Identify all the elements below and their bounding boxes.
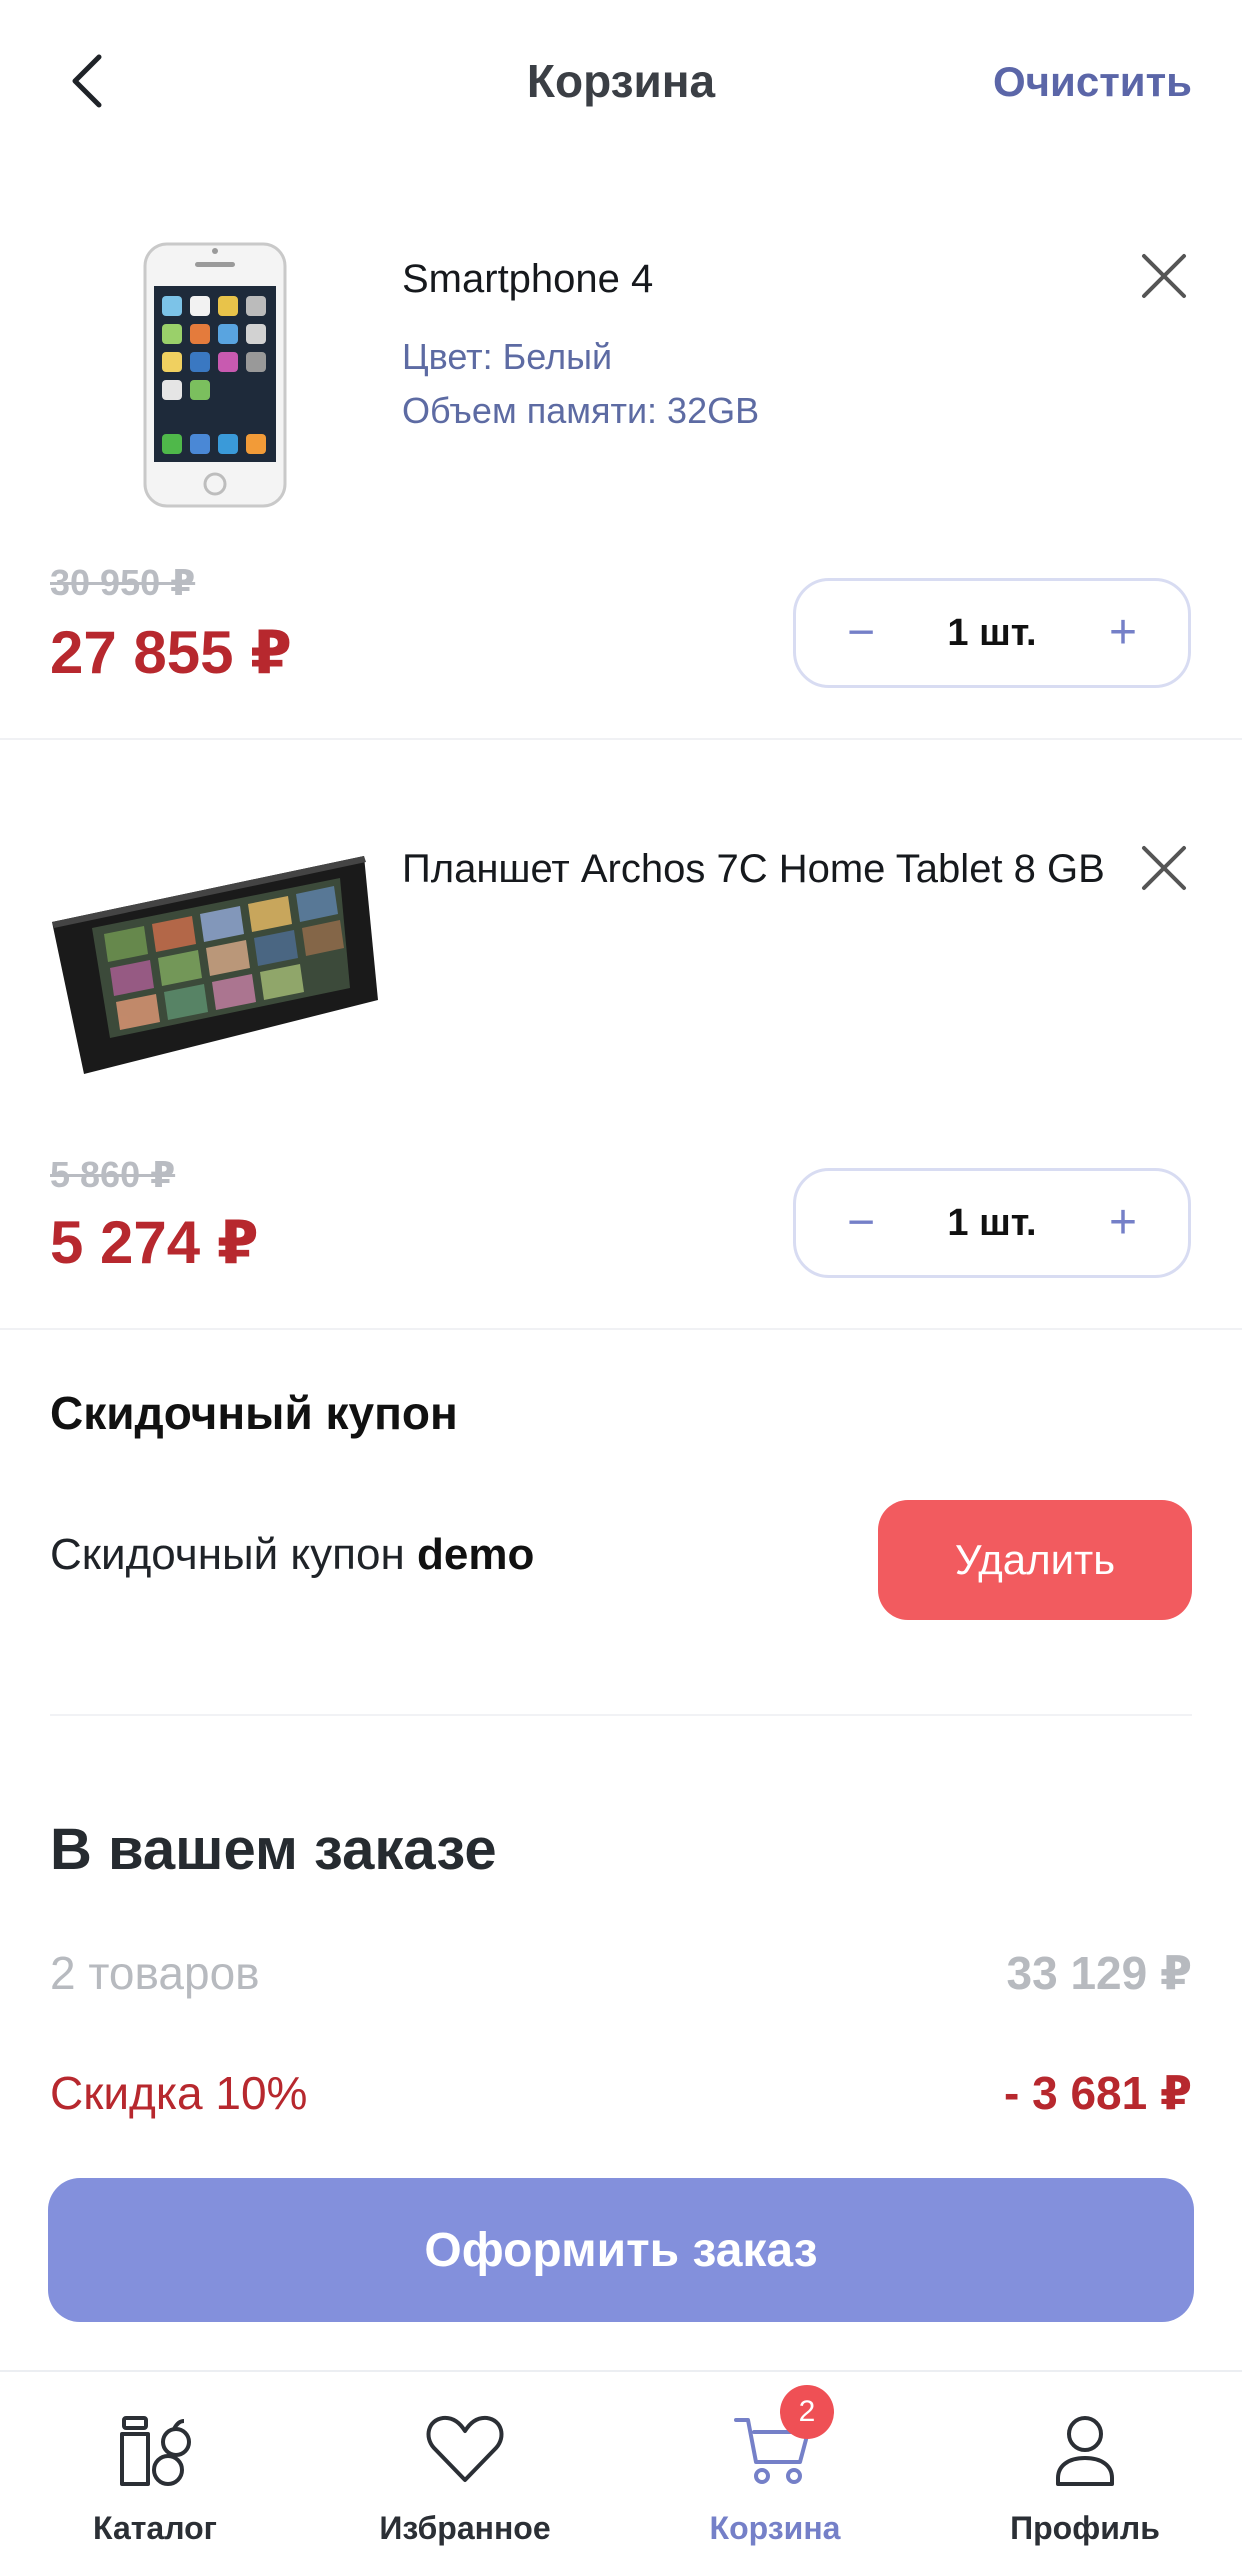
increase-quantity-button[interactable]: + xyxy=(1098,609,1148,657)
close-icon xyxy=(1142,846,1186,890)
discount-value: - 3 681 ₽ xyxy=(1004,2067,1192,2119)
price: 27 855 ₽ xyxy=(50,619,292,686)
tab-catalog[interactable]: Каталог xyxy=(0,2372,310,2565)
clear-cart-button[interactable]: Очистить xyxy=(993,58,1192,106)
quantity-value: 1 шт. xyxy=(947,611,1037,654)
checkout-button[interactable]: Оформить заказ xyxy=(48,2178,1194,2322)
increase-quantity-button[interactable]: + xyxy=(1098,1199,1148,1247)
item-attribute-color: Цвет: Белый xyxy=(402,336,613,377)
order-summary-title: В вашем заказе xyxy=(50,1817,497,1882)
remove-item-button[interactable] xyxy=(1134,838,1194,898)
header: Корзина Очистить xyxy=(0,0,1242,170)
old-price: 30 950 ₽ xyxy=(50,562,196,603)
item-attribute-memory: Объем памяти: 32GB xyxy=(402,390,760,431)
quantity-value: 1 шт. xyxy=(947,1201,1037,1244)
divider xyxy=(0,738,1242,740)
tab-bar: Каталог Избранное Корзина Профиль xyxy=(0,2370,1242,2565)
coupon-text-prefix: Скидочный купон xyxy=(50,1530,405,1579)
quantity-stepper: − 1 шт. + xyxy=(793,1168,1191,1278)
quantity-stepper: − 1 шт. + xyxy=(793,578,1191,688)
old-price: 5 860 ₽ xyxy=(50,1154,176,1195)
price: 5 274 ₽ xyxy=(50,1209,259,1276)
item-title[interactable]: Планшет Archos 7C Home Tablet 8 GB xyxy=(402,838,1122,900)
coupon-applied-text: Скидочный купон demo xyxy=(50,1530,534,1580)
tab-label: Корзина xyxy=(709,2510,841,2546)
tab-label: Профиль xyxy=(1010,2510,1160,2546)
items-count-label: 2 товаров xyxy=(50,1947,260,1999)
smartphone-image[interactable] xyxy=(140,240,290,510)
discount-label: Скидка 10% xyxy=(50,2067,308,2119)
tab-cart[interactable]: Корзина xyxy=(620,2372,930,2565)
close-icon xyxy=(1142,254,1186,298)
heart-icon xyxy=(426,2415,504,2482)
items-total: 33 129 ₽ xyxy=(1006,1947,1192,1999)
tablet-image[interactable] xyxy=(44,850,380,1080)
tab-label: Избранное xyxy=(379,2510,551,2546)
decrease-quantity-button[interactable]: − xyxy=(836,1199,886,1247)
coupon-code: demo xyxy=(417,1530,535,1579)
tab-label: Каталог xyxy=(93,2510,217,2546)
decrease-quantity-button[interactable]: − xyxy=(836,609,886,657)
cart-count-badge: 2 xyxy=(780,2385,834,2439)
divider xyxy=(0,1328,1242,1330)
tab-profile[interactable]: Профиль xyxy=(930,2372,1240,2565)
remove-item-button[interactable] xyxy=(1134,246,1194,306)
item-title[interactable]: Smartphone 4 xyxy=(402,248,1122,310)
divider xyxy=(50,1714,1192,1716)
tab-favorites[interactable]: Избранное xyxy=(310,2372,620,2565)
delete-coupon-button[interactable]: Удалить xyxy=(878,1500,1192,1620)
coupon-section-title: Скидочный купон xyxy=(50,1387,458,1439)
profile-icon xyxy=(1056,2416,1114,2486)
catalog-icon xyxy=(120,2416,191,2486)
